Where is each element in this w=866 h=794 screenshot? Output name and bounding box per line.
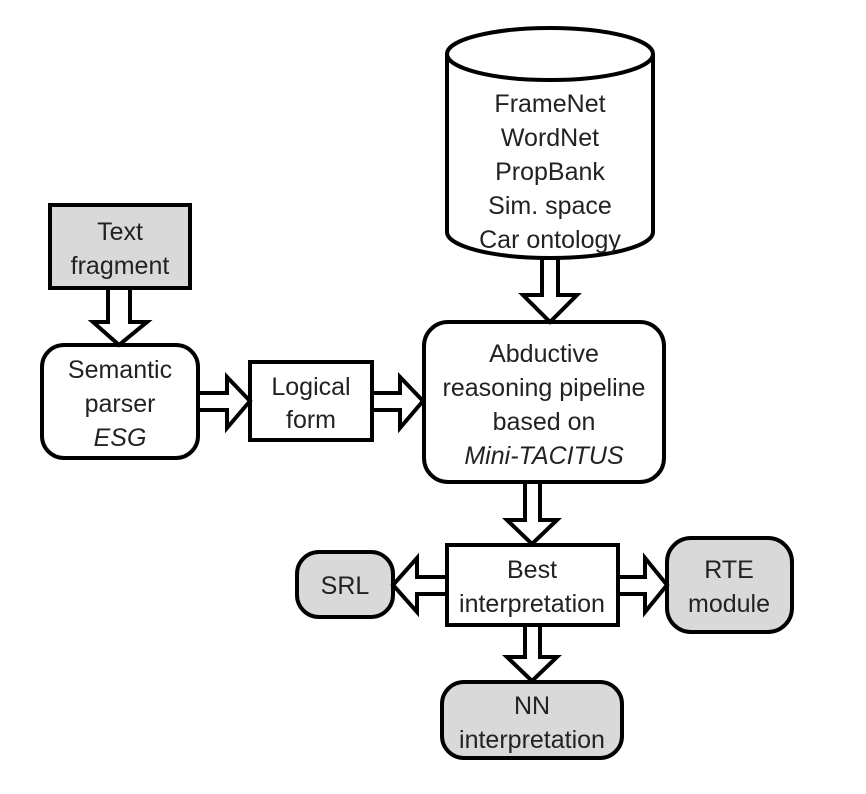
srl-label: SRL [321,572,370,600]
arrow-text-to-parser [87,286,153,348]
text-fragment-line1: Text [97,218,143,246]
kb-car-ontology: Car ontology [479,226,621,254]
nn-line2: interpretation [459,726,605,754]
best-interpretation-line1: Best [507,556,557,584]
rte-module-box: RTE module [665,536,794,634]
best-interpretation-box: Best interpretation [445,543,620,627]
pipeline-diagram: FrameNet WordNet PropBank Sim. space Car… [40,26,794,760]
arrow-parser-to-logical-form [196,372,253,434]
semantic-parser-esg: ESG [94,424,147,452]
logical-form-box: Logical form [248,360,374,442]
nn-interpretation-box: NN interpretation [440,680,624,760]
kb-sim-space: Sim. space [488,192,612,220]
rte-line1: RTE [704,556,754,584]
kb-frameNet: FrameNet [494,90,605,118]
srl-box: SRL [295,550,395,619]
logical-form-line2: form [286,406,336,434]
arrow-abductive-to-best [502,480,562,547]
abductive-reasoning-box: Abductive reasoning pipeline based on Mi… [422,320,666,484]
arrow-best-to-rte [616,552,670,618]
abductive-line2: reasoning pipeline [443,374,646,402]
arrow-kb-to-abductive [518,256,582,325]
abductive-line1: Abductive [489,340,599,368]
knowledge-base-cylinder: FrameNet WordNet PropBank Sim. space Car… [445,26,655,260]
abductive-line3: based on [493,408,596,436]
text-fragment-line2: fragment [71,252,170,280]
kb-propbank: PropBank [495,158,605,186]
abductive-mini-tacitus: Mini-TACITUS [464,442,624,470]
kb-wordnet: WordNet [501,124,599,152]
arrow-best-to-srl [390,552,449,618]
best-interpretation-line2: interpretation [459,590,605,618]
arrow-logical-form-to-abductive [370,372,426,434]
semantic-parser-line2: parser [85,390,156,418]
nn-line1: NN [514,692,550,720]
rte-line2: module [688,590,770,618]
text-fragment-box: Text fragment [48,203,192,290]
semantic-parser-box: Semantic parser ESG [40,343,200,460]
arrow-best-to-nn [502,623,562,684]
semantic-parser-line1: Semantic [68,356,172,384]
logical-form-line1: Logical [271,373,350,401]
